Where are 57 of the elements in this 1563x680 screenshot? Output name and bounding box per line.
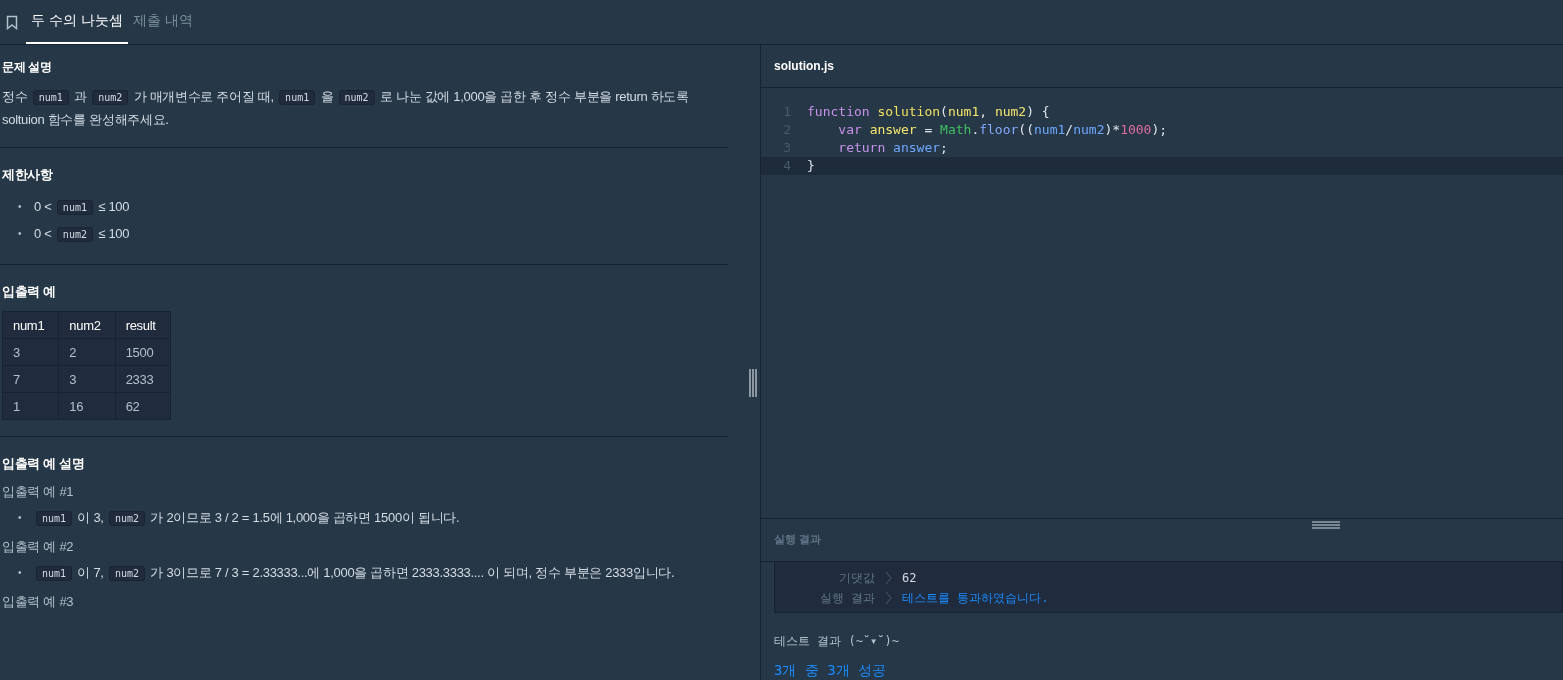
constraint-item: 0 < num1 ≤ 100 (34, 198, 130, 217)
explanation-item: num1 이 3, num2 가 2이므로 3 / 2 = 1.5에 1,000을 곱하면 1500이 됩니다. (34, 505, 460, 532)
table-header: num1 (2, 311, 59, 339)
table-cell: 1500 (115, 338, 171, 366)
code-line: return answer; (837, 138, 948, 157)
bullet: • (18, 566, 23, 580)
results-title: 실행 결과 (774, 532, 822, 548)
section-title: 문제 설명 (2, 59, 53, 76)
bookmark-icon[interactable] (6, 14, 18, 30)
example-label: 입출력 예 #1 (2, 483, 75, 501)
example-label: 입출력 예 #3 (2, 593, 75, 611)
explanation-item: num1 이 7, num2 가 3이므로 7 / 3 = 2.33333...에 1,000을 곱하면 2333.3333.... 이 되며, 정수 부분은 2333입니다. (34, 560, 675, 587)
test-result-summary: 3개 중 3개 성공 (774, 662, 888, 680)
result-label: 기댓값 (838, 569, 875, 587)
table-cell: 3 (2, 338, 59, 366)
bullet: • (18, 227, 23, 241)
example-label: 입출력 예 #2 (2, 538, 75, 556)
code-line: } (807, 156, 815, 175)
test-result-title: 테스트 결과 (~˘▾˘)~ (774, 633, 901, 650)
chevron-icon (885, 591, 892, 605)
table-header: num2 (58, 311, 116, 339)
bullet: • (18, 511, 23, 525)
inline-code: num2 (338, 90, 375, 105)
section-title: 입출력 예 (2, 283, 58, 301)
section-title: 입출력 예 설명 (2, 455, 86, 473)
code-line: var answer = Math.floor((num1/num2)*1000); (837, 120, 1168, 139)
constraint-item: 0 < num2 ≤ 100 (34, 225, 130, 244)
result-value: 테스트를 통과하였습니다. (902, 589, 1049, 607)
result-label: 실행 결과 (818, 589, 875, 607)
tab[interactable]: 제출 내역 (127, 0, 198, 44)
table-header: result (115, 311, 171, 339)
tab[interactable]: 두 수의 나눗셈 (26, 0, 128, 44)
table-cell: 1 (2, 392, 59, 420)
resize-handle-icon[interactable] (749, 367, 757, 398)
inline-code: num1 (36, 566, 73, 581)
result-value: 62 (902, 571, 917, 585)
table-cell: 3 (58, 365, 116, 393)
table-cell: 2 (58, 338, 116, 366)
inline-code: num1 (279, 90, 316, 105)
bullet: • (18, 200, 23, 214)
file-name: solution.js (774, 58, 834, 73)
section-title: 제한사항 (2, 166, 54, 184)
description-text: 정수 num1 과 num2 가 매개변수로 주어질 때, num1 을 num2 로 나눈 값에 1,000을 곱한 후 정수 부분을 return 하도록 soltuion 함수를 완성해주세요. (2, 88, 690, 129)
table-cell: 2333 (115, 365, 171, 393)
code-line: function solution(num1, num2) { (807, 102, 1050, 121)
table-cell: 7 (2, 365, 59, 393)
inline-code: num2 (109, 566, 146, 581)
inline-code: num1 (32, 90, 69, 105)
inline-code: num2 (56, 227, 93, 242)
inline-code: num2 (92, 90, 129, 105)
inline-code: num1 (36, 511, 73, 526)
inline-code: num2 (109, 511, 146, 526)
table-cell: 62 (115, 392, 171, 420)
table-cell: 16 (58, 392, 116, 420)
inline-code: num1 (56, 200, 93, 215)
resize-handle-icon[interactable] (1311, 520, 1341, 529)
chevron-icon (885, 571, 892, 585)
